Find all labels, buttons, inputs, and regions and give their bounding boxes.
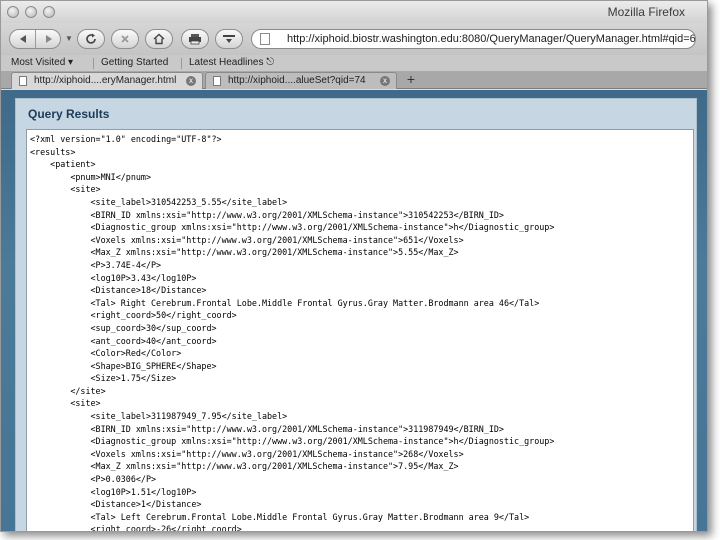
xml-line: <P>0.0306</P>	[30, 474, 157, 485]
printer-icon	[189, 34, 201, 45]
xml-line: <ant_coord>40</ant_coord>	[30, 335, 217, 346]
xml-line: <Voxels xmlns:xsi="http://www.w3.org/200…	[30, 448, 464, 459]
new-tab-button[interactable]: +	[401, 72, 421, 88]
xml-line: <Distance>1</Distance>	[30, 499, 202, 510]
close-window-button[interactable]	[7, 6, 19, 18]
xml-line: <Tal> Left Cerebrum.Frontal Lobe.Middle …	[30, 511, 530, 522]
xml-text: <?xml version="1.0" encoding="UTF-8"?> <r…	[30, 133, 555, 532]
xml-line: <Diagnostic_group xmlns:xsi="http://www.…	[30, 436, 555, 447]
page-favicon-icon	[260, 33, 270, 45]
home-button[interactable]	[145, 29, 173, 49]
download-icon	[223, 35, 235, 43]
xml-line: <Color>Red</Color>	[30, 348, 182, 359]
xml-line: <Distance>18</Distance>	[30, 285, 207, 296]
tab-close-icon[interactable]: x	[186, 76, 196, 86]
browser-window: Mozilla Firefox ▼ http://xiphoid.biostr.…	[0, 0, 708, 532]
home-icon	[153, 33, 165, 45]
xml-line: <Max_Z xmlns:xsi="http://www.w3.org/2001…	[30, 247, 459, 258]
bookmark-most-visited[interactable]: Most Visited ▾	[11, 57, 73, 68]
url-text: http://xiphoid.biostr.washington.edu:808…	[287, 33, 696, 45]
xml-line: <sup_coord>30</sup_coord>	[30, 322, 217, 333]
xml-line: <right_coord>50</right_coord>	[30, 310, 237, 321]
tab-strip: http://xiphoid....eryManager.html x http…	[1, 71, 707, 89]
xml-line: <?xml version="1.0" encoding="UTF-8"?>	[30, 134, 222, 144]
xml-line: <site>	[30, 398, 101, 409]
tab-value-set[interactable]: http://xiphoid....alueSet?qid=74 x	[205, 72, 397, 89]
xml-line: <pnum>MNI</pnum>	[30, 171, 152, 182]
back-button[interactable]	[10, 30, 35, 48]
forward-button[interactable]	[36, 30, 61, 48]
window-title: Mozilla Firefox	[607, 5, 685, 19]
navigation-toolbar: ▼ http://xiphoid.biostr.washington.edu:8…	[1, 23, 707, 55]
xml-line: <site_label>310542253_5.55</site_label>	[30, 196, 288, 207]
reload-icon	[86, 33, 96, 44]
tab-label: http://xiphoid....alueSet?qid=74	[228, 75, 366, 86]
bookmarks-toolbar: Most Visited ▾ Getting Started Latest He…	[1, 55, 707, 71]
tab-label: http://xiphoid....eryManager.html	[34, 75, 177, 86]
xml-line: <log10P>1.51</log10P>	[30, 486, 197, 497]
xml-line: <BIRN_ID xmlns:xsi="http://www.w3.org/20…	[30, 423, 504, 434]
back-arrow-icon	[19, 35, 26, 43]
tab-query-manager[interactable]: http://xiphoid....eryManager.html x	[11, 72, 203, 89]
print-button[interactable]	[181, 29, 209, 49]
xml-line: <Tal> Right Cerebrum.Frontal Lobe.Middle…	[30, 297, 540, 308]
downloads-button[interactable]	[215, 29, 243, 49]
xml-line: <BIRN_ID xmlns:xsi="http://www.w3.org/20…	[30, 209, 504, 220]
bookmark-separator	[93, 58, 94, 69]
stop-button[interactable]	[111, 29, 139, 49]
tab-close-icon[interactable]: x	[380, 76, 390, 86]
history-dropdown-icon[interactable]: ▼	[65, 34, 73, 43]
minimize-window-button[interactable]	[25, 6, 37, 18]
xml-line: <right_coord>-26</right_coord>	[30, 524, 242, 532]
back-forward-group	[9, 29, 61, 49]
xml-line: <patient>	[30, 159, 96, 170]
title-bar: Mozilla Firefox	[1, 1, 707, 23]
xml-line: <Max_Z xmlns:xsi="http://www.w3.org/2001…	[30, 461, 459, 472]
xml-line: <results>	[30, 146, 76, 157]
xml-line: <Shape>BIG_SPHERE</Shape>	[30, 360, 217, 371]
bookmark-getting-started[interactable]: Getting Started	[101, 57, 168, 68]
xml-results-view[interactable]: <?xml version="1.0" encoding="UTF-8"?> <r…	[26, 129, 694, 532]
panel-title: Query Results	[28, 107, 110, 121]
bookmark-separator	[181, 58, 182, 69]
tab-favicon-icon	[213, 76, 221, 86]
query-results-panel: Query Results <?xml version="1.0" encodi…	[15, 98, 697, 532]
bookmark-latest-headlines[interactable]: Latest Headlines ⎋	[189, 57, 274, 68]
xml-line: <site_label>311987949_7.95</site_label>	[30, 411, 288, 422]
xml-line: <P>3.74E-4</P>	[30, 259, 162, 270]
xml-line: <Diagnostic_group xmlns:xsi="http://www.…	[30, 222, 555, 233]
tab-favicon-icon	[19, 76, 27, 86]
xml-line: <log10P>3.43</log10P>	[30, 272, 197, 283]
forward-arrow-icon	[45, 35, 52, 43]
zoom-window-button[interactable]	[43, 6, 55, 18]
xml-line: <site>	[30, 184, 101, 195]
address-bar[interactable]: http://xiphoid.biostr.washington.edu:808…	[251, 29, 696, 49]
reload-button[interactable]	[77, 29, 105, 49]
page-content: Query Results <?xml version="1.0" encodi…	[1, 90, 707, 532]
stop-icon	[121, 35, 129, 43]
xml-line: <Size>1.75</Size>	[30, 373, 177, 384]
xml-line: </site>	[30, 385, 106, 396]
xml-line: <Voxels xmlns:xsi="http://www.w3.org/200…	[30, 234, 464, 245]
